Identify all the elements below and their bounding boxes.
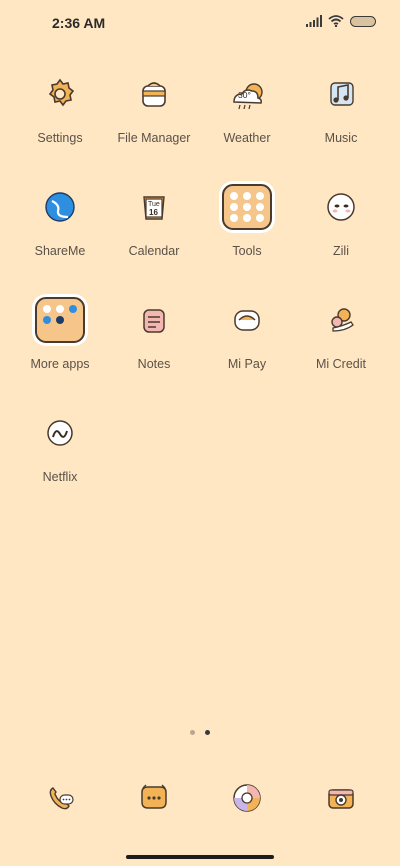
status-icons (306, 15, 376, 27)
app-label: ShareMe (34, 244, 86, 258)
status-time: 2:36 AM (52, 15, 106, 31)
phone-icon (49, 787, 74, 810)
app-zili[interactable]: Zili (293, 179, 389, 289)
app-netflix[interactable]: Netflix (12, 405, 108, 515)
camera-icon (328, 789, 354, 809)
weather-temp: 30° (238, 90, 251, 100)
netflix-icon (47, 420, 73, 446)
app-label: Zili (333, 244, 349, 258)
app-label: Settings (37, 131, 83, 145)
app-row: ShareMe Tue 16 Calendar Tools Zili (0, 179, 400, 289)
page-dot[interactable] (190, 730, 195, 735)
page-indicator (0, 730, 400, 735)
app-mi-pay[interactable]: Mi Pay (199, 292, 295, 402)
calendar-date: 16 (149, 208, 158, 217)
app-label: File Manager (117, 131, 191, 145)
page-dot-active[interactable] (205, 730, 210, 735)
mi-credit-icon (331, 308, 354, 332)
dock (0, 770, 400, 826)
app-label: Calendar (128, 244, 180, 258)
music-icon (330, 82, 354, 106)
browser-icon (233, 784, 261, 812)
app-label: Mi Credit (315, 357, 366, 371)
calendar-icon: Tue 16 (143, 196, 165, 220)
settings-icon (48, 78, 75, 107)
status-bar: 2:36 AM (0, 0, 400, 46)
app-row: Settings File Manager 30° Weather Music (0, 66, 400, 176)
app-label: Music (324, 131, 358, 145)
wifi-icon (328, 15, 344, 27)
app-calendar[interactable]: Tue 16 Calendar (106, 179, 202, 289)
app-row: More apps Notes Mi Pay Mi Credit (0, 292, 400, 402)
dock-camera[interactable] (293, 770, 389, 826)
folder-tools[interactable]: Tools (199, 179, 295, 289)
app-music[interactable]: Music (293, 66, 389, 176)
dock-browser[interactable] (199, 770, 295, 826)
app-label: Weather (223, 131, 271, 145)
app-row: Netflix (0, 405, 400, 515)
battery-icon (350, 15, 376, 27)
dock-phone[interactable] (12, 770, 108, 826)
file-manager-icon (142, 82, 166, 107)
app-shareme[interactable]: ShareMe (12, 179, 108, 289)
home-indicator[interactable] (126, 855, 274, 859)
mi-pay-icon (234, 310, 260, 331)
calendar-day: Tue (148, 201, 160, 208)
weather-icon: 30° (233, 83, 263, 110)
folder-more-apps[interactable]: More apps (12, 292, 108, 402)
app-label: Notes (137, 357, 171, 371)
app-label: More apps (30, 357, 90, 371)
shareme-icon (45, 192, 75, 222)
notes-icon (143, 309, 165, 333)
app-label: Tools (232, 244, 262, 258)
zili-icon (327, 193, 355, 221)
signal-icon (306, 15, 322, 27)
more-apps-folder-icon (35, 297, 85, 343)
app-file-manager[interactable]: File Manager (106, 66, 202, 176)
app-label: Mi Pay (227, 357, 267, 371)
tools-folder-icon (222, 184, 272, 230)
app-label: Netflix (42, 470, 78, 484)
app-notes[interactable]: Notes (106, 292, 202, 402)
app-weather[interactable]: 30° Weather (199, 66, 295, 176)
app-mi-credit[interactable]: Mi Credit (293, 292, 389, 402)
app-settings[interactable]: Settings (12, 66, 108, 176)
messages-icon (141, 784, 167, 809)
dock-messages[interactable] (106, 770, 202, 826)
